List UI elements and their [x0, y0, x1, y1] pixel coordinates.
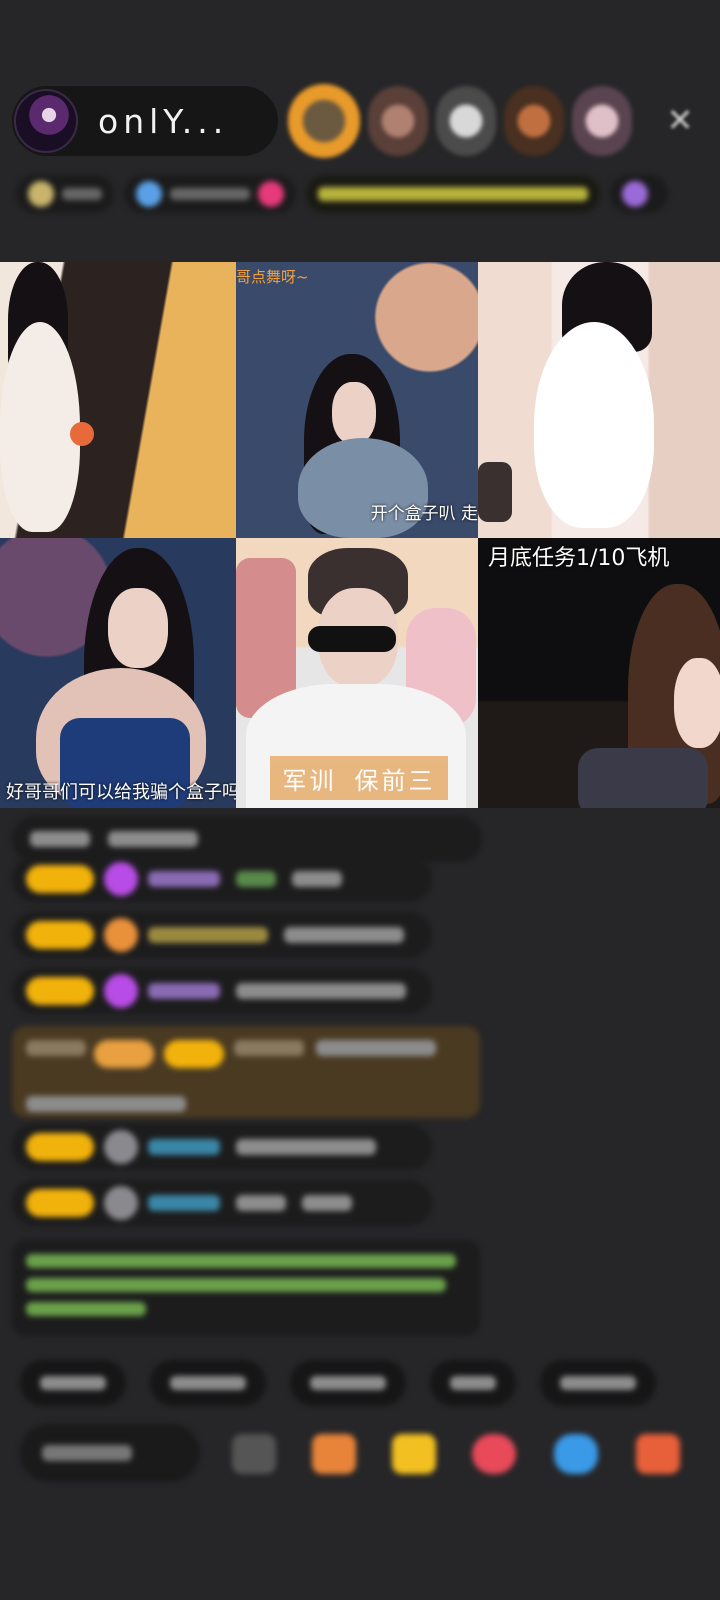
chat-message[interactable]: [12, 1180, 432, 1226]
share-icon[interactable]: [554, 1434, 598, 1474]
task-chip[interactable]: [306, 175, 600, 213]
diamond-icon: [104, 974, 138, 1008]
close-icon[interactable]: ✕: [660, 100, 700, 140]
viewer-avatar[interactable]: [504, 86, 564, 156]
chat-message[interactable]: [12, 968, 432, 1014]
guest-figure: [534, 322, 654, 528]
live-room-screen: onlY... ✕ 哥点舞呀~ 开个盒子叭 走 好哥哥们可以给我骗个盒子吗 军训…: [0, 0, 720, 1600]
level-badge: [26, 865, 94, 893]
quick-reply-chip[interactable]: [20, 1360, 126, 1406]
tile-caption: 好哥哥们可以给我骗个盒子吗: [6, 782, 236, 803]
system-notice[interactable]: [12, 1240, 480, 1336]
guest-video-tile[interactable]: [0, 262, 236, 538]
fan-club-chip[interactable]: [124, 175, 296, 213]
tile-caption: 哥点舞呀~: [236, 268, 309, 286]
tile-caption: 开个盒子叭 走: [370, 504, 478, 524]
quick-reply-chip[interactable]: [540, 1360, 656, 1406]
chat-message[interactable]: [12, 912, 432, 958]
emoji-icon[interactable]: [232, 1434, 276, 1474]
tile-banner: 军训 保前三: [270, 756, 448, 800]
quick-reply-chip[interactable]: [150, 1360, 266, 1406]
rank-chip[interactable]: [16, 175, 114, 213]
user-icon: [104, 1186, 138, 1220]
chair: [478, 462, 512, 522]
tile-caption: 月底任务1/10飞机: [488, 546, 670, 571]
banner-right: 保前三: [354, 766, 436, 795]
heart-icon[interactable]: [472, 1434, 516, 1474]
guest-video-tile[interactable]: 好哥哥们可以给我骗个盒子吗: [0, 538, 236, 808]
bottom-action-bar: [20, 1424, 710, 1484]
treasure-icon[interactable]: [392, 1434, 436, 1474]
quick-reply-bar: [20, 1360, 656, 1406]
viewer-avatar[interactable]: [368, 86, 428, 156]
viewer-avatar[interactable]: [572, 86, 632, 156]
guest-video-tile[interactable]: 哥点舞呀~ 开个盒子叭 走: [236, 262, 478, 538]
host-name: onlY...: [98, 101, 229, 141]
viewer-avatar[interactable]: [436, 86, 496, 156]
banner-left: 军训: [282, 766, 337, 795]
chat-message[interactable]: [12, 856, 432, 902]
room-info-bar: [16, 168, 688, 220]
level-badge: [26, 1189, 94, 1217]
chat-input[interactable]: [20, 1424, 200, 1482]
chat-message[interactable]: [12, 1124, 432, 1170]
guest-figure: [0, 322, 80, 532]
viewer-avatar[interactable]: [288, 84, 360, 158]
guest-video-tile[interactable]: 军训 保前三: [236, 538, 478, 808]
guest-video-tile[interactable]: 月底任务1/10飞机: [478, 538, 720, 808]
toy-ball: [70, 422, 94, 446]
quick-reply-chip[interactable]: [290, 1360, 406, 1406]
multi-guest-video-grid: 哥点舞呀~ 开个盒子叭 走 好哥哥们可以给我骗个盒子吗 军训 保前三 月底任务1…: [0, 262, 720, 808]
level-badge: [26, 1133, 94, 1161]
host-avatar[interactable]: [14, 89, 78, 153]
diamond-icon: [104, 862, 138, 896]
level-badge: [26, 977, 94, 1005]
guest-video-tile[interactable]: [478, 262, 720, 538]
guest-face: [332, 382, 376, 444]
gift-message[interactable]: [12, 1026, 480, 1118]
user-icon: [104, 1130, 138, 1164]
sunglasses: [308, 626, 396, 652]
level-badge: [26, 921, 94, 949]
viewer-avatar-list: [288, 84, 632, 158]
guest-figure: [578, 748, 708, 808]
gift-box-icon[interactable]: [312, 1434, 356, 1474]
gift-icon[interactable]: [636, 1434, 680, 1474]
guest-face: [108, 588, 168, 668]
fan-icon: [104, 918, 138, 952]
more-chip[interactable]: [610, 175, 668, 213]
quick-reply-chip[interactable]: [430, 1360, 516, 1406]
guest-face: [674, 658, 720, 748]
host-info[interactable]: onlY...: [12, 86, 278, 156]
